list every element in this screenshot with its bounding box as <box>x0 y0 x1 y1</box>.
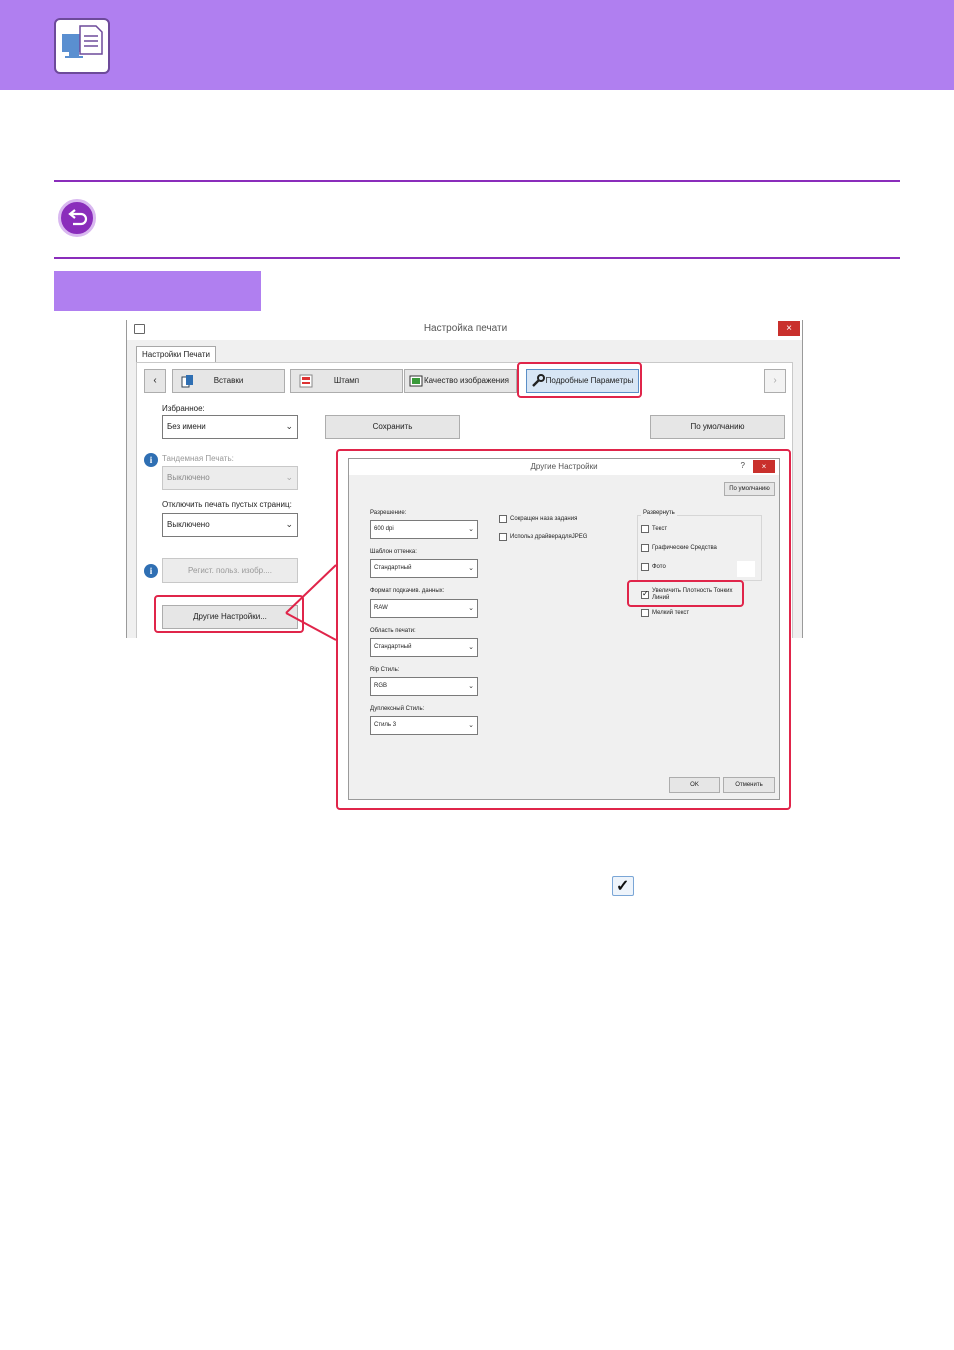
text-label: Текст <box>652 526 668 532</box>
chevron-down-icon: ⌄ <box>468 526 474 533</box>
duplex-value: Стиль 3 <box>374 722 397 728</box>
print-area-select[interactable]: Стандартный ⌄ <box>370 638 478 657</box>
spool-select[interactable]: RAW ⌄ <box>370 599 478 618</box>
resolution-select[interactable]: 600 dpi ⌄ <box>370 520 478 539</box>
chevron-down-icon: ⌄ <box>468 722 474 729</box>
spool-label: Формат подкачив. данных: <box>370 588 445 594</box>
chevron-down-icon: ⌄ <box>468 683 474 690</box>
expand-label: Развернуть <box>641 510 677 516</box>
resolution-value: 600 dpi <box>374 526 394 532</box>
graphics-checkbox[interactable] <box>641 544 649 552</box>
other-settings-dialog: Другие Настройки ? × По умолчанию Разреш… <box>348 458 780 800</box>
rip-select[interactable]: RGB ⌄ <box>370 677 478 696</box>
defaults-button[interactable]: По умолчанию <box>724 482 775 496</box>
chevron-down-icon: ⌄ <box>468 605 474 612</box>
halftone-label: Шаблон оттенка: <box>370 549 417 555</box>
duplex-select[interactable]: Стиль 3 ⌄ <box>370 716 478 735</box>
chevron-down-icon: ⌄ <box>468 644 474 651</box>
graphics-label: Графические Средства <box>652 545 717 551</box>
photo-checkbox[interactable] <box>641 563 649 571</box>
rip-label: Rip Стиль: <box>370 667 400 673</box>
reduce-job-checkbox[interactable] <box>499 515 507 523</box>
close-button[interactable]: × <box>753 460 775 473</box>
photo-label: Фото <box>652 564 666 570</box>
checkbox-checked-icon: ✓ <box>612 876 634 896</box>
cancel-button[interactable]: Отменить <box>723 777 775 793</box>
dialog-titlebar: Другие Настройки ? × <box>349 459 779 475</box>
print-area-value: Стандартный <box>374 644 412 650</box>
help-button[interactable]: ? <box>741 461 745 470</box>
fine-text-label: Мелкий текст <box>652 610 690 616</box>
text-checkbox[interactable] <box>641 525 649 533</box>
print-area-label: Область печати: <box>370 628 416 634</box>
dialog-title: Другие Настройки <box>530 462 598 471</box>
chevron-down-icon: ⌄ <box>468 565 474 572</box>
duplex-label: Дуплексный Стиль: <box>370 706 425 712</box>
fine-text-checkbox[interactable] <box>641 609 649 617</box>
ok-button[interactable]: OK <box>669 777 720 793</box>
spool-value: RAW <box>374 605 388 611</box>
resolution-label: Разрешение: <box>370 510 407 516</box>
halftone-select[interactable]: Стандартный ⌄ <box>370 559 478 578</box>
swatch <box>737 561 755 577</box>
rip-value: RGB <box>374 683 388 689</box>
use-jpeg-checkbox[interactable] <box>499 533 507 541</box>
highlight-thick-lines <box>627 580 744 607</box>
use-jpeg-label: Использ драйверадляJPEG <box>510 534 588 540</box>
reduce-job-label: Сокращен наза задания <box>510 516 578 522</box>
halftone-value: Стандартный <box>374 565 412 571</box>
manual-page: Настройка печати × Настройки Печати ‹ Вс… <box>0 0 954 1350</box>
